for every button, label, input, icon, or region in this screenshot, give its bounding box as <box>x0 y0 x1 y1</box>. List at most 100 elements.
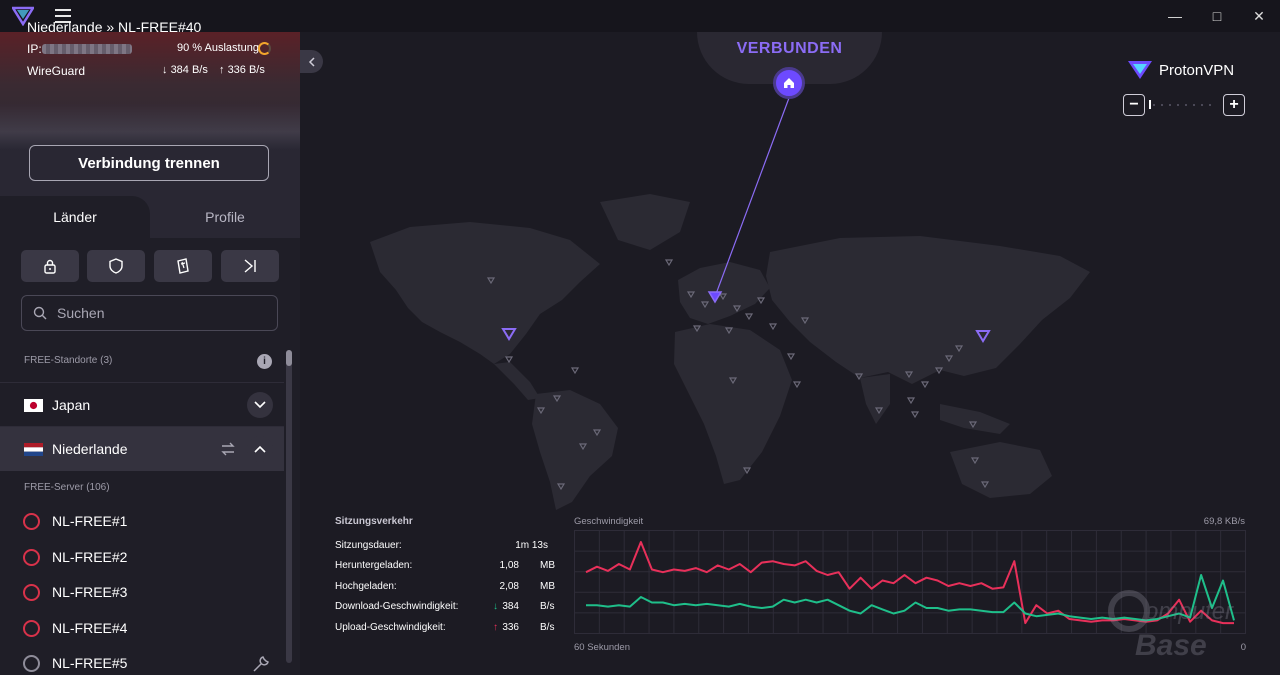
server-row[interactable]: NL-FREE#4 <box>0 611 284 646</box>
server-status-icon <box>23 584 40 601</box>
stat-row-download-speed: Download-Geschwindigkeit: ↓ 384 B/s <box>335 601 565 619</box>
stat-unit: MB <box>540 581 555 592</box>
stat-label: Hochgeladen: <box>335 581 397 592</box>
zoom-in-button[interactable]: + <box>1223 94 1245 116</box>
sidebar-scroll-thumb[interactable] <box>286 350 292 366</box>
server-status-icon <box>23 549 40 566</box>
netherlands-flag-icon <box>24 443 43 456</box>
stat-row-downloaded: Heruntergeladen: 1,08 MB <box>335 560 565 578</box>
stat-unit: B/s <box>540 601 555 612</box>
collapse-button[interactable] <box>247 436 273 462</box>
search-icon <box>33 306 47 320</box>
proton-vpn-logo-icon <box>1128 61 1152 79</box>
streaming-filter-button[interactable] <box>154 250 212 282</box>
server-row[interactable]: NL-FREE#3 <box>0 575 284 610</box>
shield-icon <box>109 258 123 274</box>
disconnect-button[interactable]: Verbindung trennen <box>29 145 269 181</box>
server-name: NL-FREE#2 <box>52 549 128 565</box>
stat-row-uploaded: Hochgeladen: 2,08 MB <box>335 581 565 599</box>
stat-label: Sitzungsdauer: <box>335 540 402 551</box>
zoom-out-button[interactable]: − <box>1123 94 1145 116</box>
chart-y-max-label: 69,8 KB/s <box>1203 516 1245 527</box>
download-rate: ↓ 384 B/s <box>162 64 208 76</box>
sidebar-tabs: Länder Profile <box>0 196 300 238</box>
country-name: Japan <box>52 397 91 413</box>
search-input[interactable] <box>57 296 267 330</box>
download-rate-value: 384 B/s <box>170 64 208 76</box>
free-servers-label: FREE-Server (106) <box>24 482 110 493</box>
home-location-button[interactable] <box>773 67 805 99</box>
server-status-icon <box>23 620 40 637</box>
stat-value: 1,08 <box>499 560 519 571</box>
collapse-sidebar-button[interactable] <box>300 50 323 73</box>
stat-value: 2,08 <box>499 581 519 592</box>
wrench-icon <box>253 656 269 672</box>
stat-value: 336 <box>502 622 519 633</box>
chart-x-left-label: 60 Sekunden <box>574 642 630 653</box>
country-row-niederlande[interactable]: Niederlande <box>0 427 284 471</box>
stat-label: Heruntergeladen: <box>335 560 413 571</box>
stat-unit: B/s <box>540 622 555 633</box>
svg-text:omputer: omputer <box>1145 598 1234 625</box>
computerbase-watermark: omputer Base <box>1108 590 1234 662</box>
download-arrow-icon: ↓ <box>493 601 498 612</box>
upload-rate-value: 336 B/s <box>227 64 265 76</box>
protocol-label: WireGuard <box>27 64 86 78</box>
secure-core-filter-button[interactable] <box>21 250 79 282</box>
p2p-filter-button[interactable] <box>221 250 279 282</box>
brand-logo: ProtonVPN <box>1127 58 1234 82</box>
chevron-up-icon <box>254 445 266 453</box>
japan-flag-icon <box>24 399 43 412</box>
free-locations-label: FREE-Standorte (3) <box>24 355 113 366</box>
stat-value: 384 <box>502 601 519 612</box>
home-icon <box>784 78 794 88</box>
svg-text:Base: Base <box>1135 629 1207 662</box>
chevron-down-icon <box>254 401 266 409</box>
close-button[interactable]: ✕ <box>1236 0 1280 32</box>
swap-arrows-icon[interactable] <box>219 440 237 458</box>
lock-icon <box>44 259 56 274</box>
server-name: NL-FREE#1 <box>52 513 128 529</box>
server-load: 90 % Auslastung <box>177 42 259 54</box>
server-name: NL-FREE#5 <box>52 655 128 671</box>
ip-label: IP: <box>27 42 42 56</box>
tab-countries[interactable]: Länder <box>0 196 150 238</box>
server-row[interactable]: NL-FREE#5 <box>0 646 284 675</box>
streaming-icon <box>177 258 189 274</box>
zoom-slider-thumb[interactable] <box>1149 100 1151 109</box>
zoom-control: − + <box>1123 94 1245 116</box>
sidebar-scrollbar[interactable] <box>286 350 292 663</box>
chart-title: Geschwindigkeit <box>574 516 644 527</box>
server-status-icon <box>23 655 40 672</box>
connection-title: Niederlande » NL-FREE#40 <box>27 19 202 35</box>
country-name: Niederlande <box>52 441 128 457</box>
tab-profiles[interactable]: Profile <box>150 196 300 238</box>
upload-rate: ↑ 336 B/s <box>219 64 265 76</box>
stat-row-upload-speed: Upload-Geschwindigkeit: ↑ 336 B/s <box>335 622 565 640</box>
server-row[interactable]: NL-FREE#2 <box>0 540 284 575</box>
stat-row-duration: Sitzungsdauer: 1m 13s <box>335 540 565 558</box>
brand-name: ProtonVPN <box>1159 61 1235 79</box>
zoom-slider[interactable] <box>1153 104 1215 106</box>
session-traffic-title: Sitzungsverkehr <box>335 516 413 527</box>
expand-button[interactable] <box>247 392 273 418</box>
maximize-button[interactable]: □ <box>1194 0 1240 32</box>
server-row[interactable]: NL-FREE#1 <box>0 504 284 539</box>
feature-filters <box>21 250 279 282</box>
search-box <box>21 295 278 331</box>
chevron-left-icon <box>308 56 315 67</box>
stat-label: Download-Geschwindigkeit: <box>335 601 459 612</box>
server-name: NL-FREE#4 <box>52 620 128 636</box>
p2p-arrow-icon <box>244 259 256 273</box>
upload-arrow-icon: ↑ <box>493 622 498 633</box>
server-status-icon <box>23 513 40 530</box>
netshield-filter-button[interactable] <box>87 250 145 282</box>
load-indicator-icon <box>258 42 271 55</box>
country-row-japan[interactable]: Japan <box>0 383 284 427</box>
stat-unit: MB <box>540 560 555 571</box>
stat-value: 1m 13s <box>515 540 548 551</box>
ip-address-redacted <box>42 44 132 54</box>
info-icon[interactable]: i <box>257 354 272 369</box>
server-name: NL-FREE#3 <box>52 584 128 600</box>
minimize-button[interactable]: — <box>1152 0 1198 32</box>
